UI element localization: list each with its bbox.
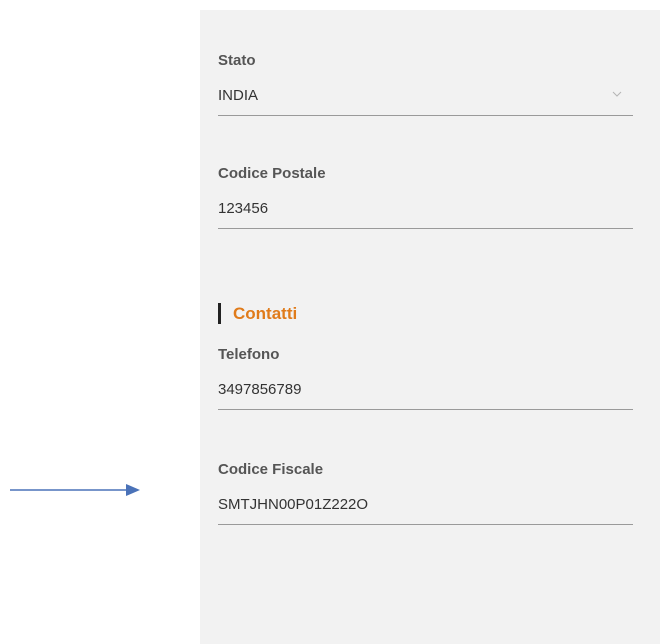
chevron-down-icon[interactable] (611, 87, 623, 101)
section-title: Contatti (233, 303, 298, 323)
screen: Stato INDIA Codice Postale 123456 Contat… (0, 0, 667, 644)
codice-postale-label: Codice Postale (218, 165, 326, 182)
codice-postale-field[interactable]: Codice Postale 123456 (218, 165, 633, 229)
stato-field[interactable]: Stato INDIA (218, 52, 633, 116)
telefono-input[interactable]: 3497856789 (218, 381, 633, 410)
address-form-panel: Stato INDIA Codice Postale 123456 Contat… (200, 10, 660, 644)
telefono-field[interactable]: Telefono 3497856789 (218, 346, 633, 410)
codice-postale-input[interactable]: 123456 (218, 200, 633, 229)
telefono-label: Telefono (218, 346, 280, 363)
telefono-value: 3497856789 (218, 381, 302, 398)
codice-fiscale-input[interactable]: SMTJHN00P01Z222O (218, 496, 633, 525)
codice-fiscale-field[interactable]: Codice Fiscale SMTJHN00P01Z222O (218, 461, 633, 525)
codice-fiscale-value: SMTJHN00P01Z222O (218, 496, 369, 513)
arrow-right-icon (10, 484, 140, 496)
section-marker (218, 302, 221, 324)
codice-fiscale-label: Codice Fiscale (218, 461, 324, 478)
stato-label: Stato (218, 52, 256, 69)
stato-value: INDIA (218, 87, 259, 104)
contatti-section-header: Contatti (218, 302, 297, 324)
stato-select[interactable]: INDIA (218, 87, 633, 116)
codice-postale-value: 123456 (218, 200, 269, 217)
